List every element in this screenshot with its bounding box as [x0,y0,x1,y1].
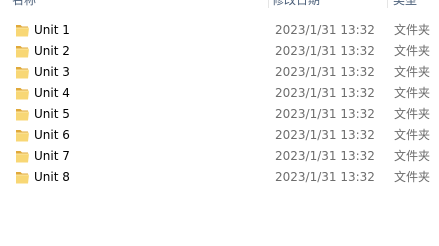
item-type: 文件夹 [394,23,431,37]
file-list-item[interactable]: Unit 7 2023/1/31 13:32 文件夹 [0,146,439,167]
item-type: 文件夹 [394,86,431,100]
item-name: Unit 5 [34,107,70,121]
item-name: Unit 3 [34,65,70,79]
item-name: Unit 8 [34,170,70,184]
item-date-modified: 2023/1/31 13:32 [275,23,375,37]
column-divider[interactable] [268,0,269,8]
column-divider[interactable] [387,0,388,8]
item-date-modified: 2023/1/31 13:32 [275,128,375,142]
item-type: 文件夹 [394,107,431,121]
item-type: 文件夹 [394,65,431,79]
item-date-modified: 2023/1/31 13:32 [275,149,375,163]
column-header-type[interactable]: 类型 [393,0,439,8]
item-date-modified: 2023/1/31 13:32 [275,170,375,184]
file-explorer-window: 名称 修改日期 类型 Unit 1 2023/1/31 13:32 文件夹 Un… [0,0,439,246]
folder-icon [16,88,29,100]
item-date-modified: 2023/1/31 13:32 [275,44,375,58]
item-name: Unit 6 [34,128,70,142]
item-name: Unit 2 [34,44,70,58]
item-name: Unit 4 [34,86,70,100]
file-list-item[interactable]: Unit 1 2023/1/31 13:32 文件夹 [0,20,439,41]
item-type: 文件夹 [394,170,431,184]
folder-icon [16,130,29,142]
column-header-name[interactable]: 名称 [12,0,262,8]
folder-icon [16,46,29,58]
item-date-modified: 2023/1/31 13:32 [275,86,375,100]
folder-icon [16,172,29,184]
folder-icon [16,25,29,37]
item-type: 文件夹 [394,149,431,163]
item-type: 文件夹 [394,44,431,58]
file-list: Unit 1 2023/1/31 13:32 文件夹 Unit 2 2023/1… [0,20,439,188]
column-header-bar: 名称 修改日期 类型 [0,0,439,8]
column-header-date-modified[interactable]: 修改日期 [272,0,382,8]
file-list-item[interactable]: Unit 3 2023/1/31 13:32 文件夹 [0,62,439,83]
folder-icon [16,67,29,79]
file-list-item[interactable]: Unit 6 2023/1/31 13:32 文件夹 [0,125,439,146]
item-date-modified: 2023/1/31 13:32 [275,65,375,79]
file-list-item[interactable]: Unit 5 2023/1/31 13:32 文件夹 [0,104,439,125]
item-date-modified: 2023/1/31 13:32 [275,107,375,121]
file-list-item[interactable]: Unit 4 2023/1/31 13:32 文件夹 [0,83,439,104]
folder-icon [16,109,29,121]
folder-icon [16,151,29,163]
item-name: Unit 7 [34,149,70,163]
file-list-item[interactable]: Unit 8 2023/1/31 13:32 文件夹 [0,167,439,188]
file-list-item[interactable]: Unit 2 2023/1/31 13:32 文件夹 [0,41,439,62]
item-type: 文件夹 [394,128,431,142]
item-name: Unit 1 [34,23,70,37]
